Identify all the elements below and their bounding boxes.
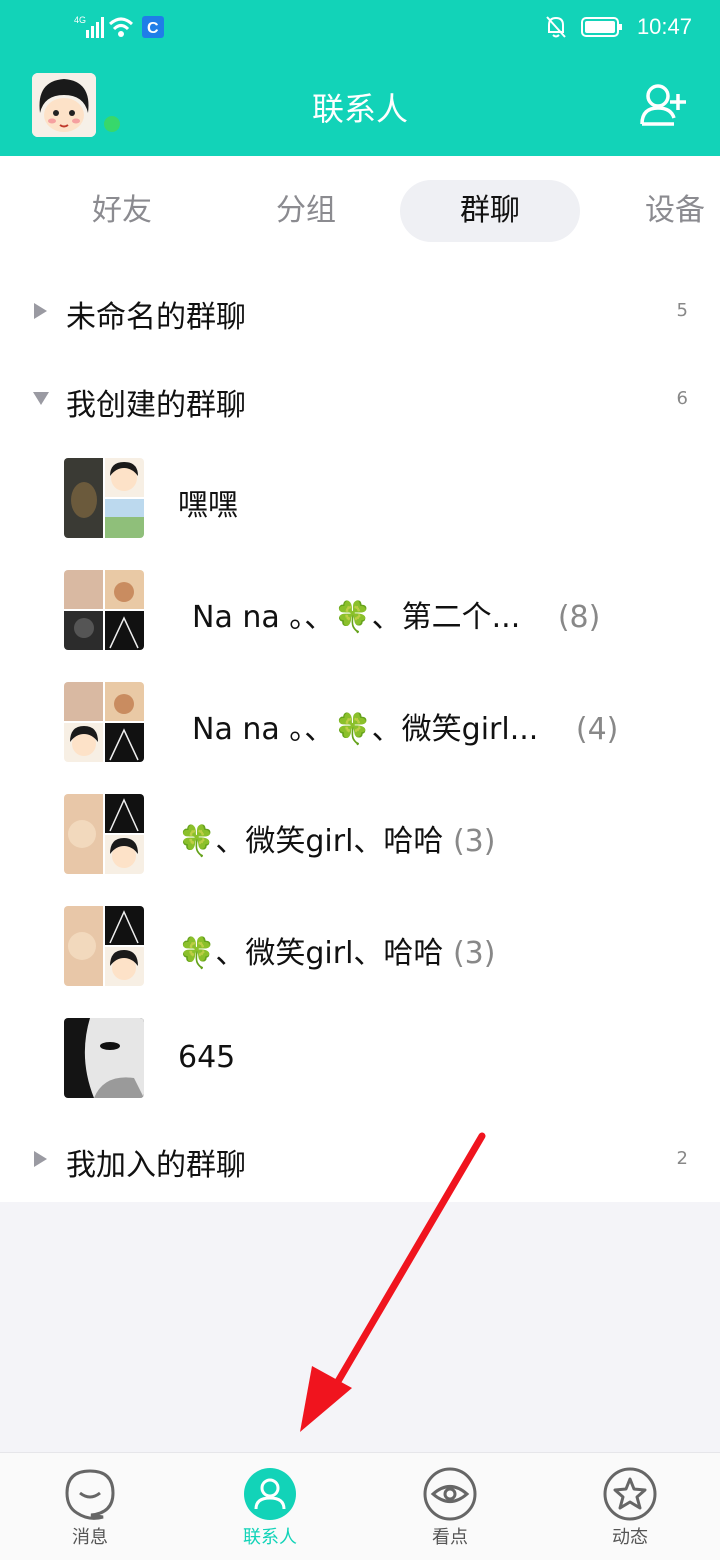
group-chat-item[interactable]: Na na 。、🍀、微笑girl... (4) (0, 666, 720, 778)
tab-friends[interactable]: 好友 (62, 180, 182, 242)
nav-messages[interactable]: 消息 (30, 1453, 150, 1560)
group-header-created[interactable]: 我创建的群聊 6 (0, 370, 720, 430)
group-chat-name: 645 (178, 1040, 236, 1075)
tab-group-chats[interactable]: 群聊 (400, 180, 580, 242)
contacts-content: 好友 分组 群聊 设备 未命名的群聊 5 我创建的群聊 6 嘿嘿 Na na 。… (0, 156, 720, 1202)
chat-name-text: 🍀、微笑girl、哈哈 (178, 824, 444, 859)
nav-label: 看点 (432, 1527, 468, 1548)
group-chat-item[interactable]: 🍀、微笑girl、哈哈 (3) (0, 890, 720, 1002)
group-header-label: 我创建的群聊 (66, 388, 246, 423)
group-chat-name: Na na 。、🍀、第二个... (8) (192, 592, 600, 636)
collapsed-arrow-icon (34, 303, 47, 319)
group-chat-item[interactable]: 嘿嘿 (0, 442, 720, 554)
group-count: 6 (676, 388, 688, 409)
contacts-person-icon (244, 1468, 296, 1520)
battery-icon (580, 17, 622, 37)
group-header-label: 未命名的群聊 (66, 300, 246, 335)
group-header-label: 我加入的群聊 (66, 1148, 246, 1183)
group-avatar (64, 1018, 144, 1098)
page-title: 联系人 (311, 90, 408, 128)
tab-groups[interactable]: 分组 (246, 180, 366, 242)
member-count: (4) (575, 712, 619, 747)
nav-moments[interactable]: 动态 (570, 1453, 690, 1560)
group-count: 5 (676, 300, 688, 321)
group-avatar-collage (64, 570, 144, 650)
member-count: (3) (452, 824, 496, 859)
chat-name-text: 🍀、微笑girl、哈哈 (178, 936, 444, 971)
signal-wifi-icon: 4G C (74, 15, 164, 38)
member-count: (8) (557, 600, 601, 635)
message-bubble-icon (65, 1469, 115, 1520)
eye-icon (423, 1467, 477, 1521)
nav-watch[interactable]: 看点 (390, 1453, 510, 1560)
nav-label: 消息 (72, 1527, 108, 1548)
group-chat-item[interactable]: 🍀、微笑girl、哈哈 (3) (0, 778, 720, 890)
bottom-nav: 消息 联系人 看点 动态 (0, 1452, 720, 1560)
group-chat-item[interactable]: 645 (0, 1002, 720, 1114)
group-avatar-collage (64, 682, 144, 762)
group-chat-name: 🍀、微笑girl、哈哈 (3) (178, 816, 495, 860)
status-bar: 4G C 10:47 (0, 0, 720, 56)
group-chat-name: 🍀、微笑girl、哈哈 (3) (178, 928, 495, 972)
group-avatar-collage (64, 906, 144, 986)
chat-name-text: Na na 。、🍀、微笑girl... (192, 712, 539, 747)
collapsed-arrow-icon (34, 1151, 47, 1167)
contact-tabs: 好友 分组 群聊 设备 (0, 156, 720, 268)
mute-bell-icon (546, 16, 566, 38)
group-chat-name: Na na 。、🍀、微笑girl... (4) (192, 704, 618, 748)
chat-name-text: Na na 。、🍀、第二个... (192, 600, 521, 635)
expanded-arrow-icon (33, 392, 49, 405)
group-avatar-collage (64, 458, 144, 538)
tab-devices[interactable]: 设备 (630, 180, 720, 242)
nav-label: 联系人 (243, 1527, 297, 1548)
app-header: 4G C 10:47 联系人 (0, 0, 720, 156)
group-count: 2 (676, 1148, 688, 1169)
svg-text:4G: 4G (74, 15, 86, 25)
group-avatar-collage (64, 794, 144, 874)
group-chat-name: 嘿嘿 (178, 488, 238, 523)
nav-contacts[interactable]: 联系人 (210, 1453, 330, 1560)
add-contact-icon[interactable] (638, 82, 688, 128)
member-count: (3) (452, 936, 496, 971)
clock-time: 10:47 (636, 14, 692, 39)
svg-text:C: C (147, 20, 159, 37)
group-header-joined[interactable]: 我加入的群聊 2 (0, 1130, 720, 1190)
nav-label: 动态 (612, 1527, 648, 1548)
group-header-unnamed[interactable]: 未命名的群聊 5 (0, 282, 720, 342)
star-icon (603, 1467, 657, 1521)
group-chat-item[interactable]: Na na 。、🍀、第二个... (8) (0, 554, 720, 666)
